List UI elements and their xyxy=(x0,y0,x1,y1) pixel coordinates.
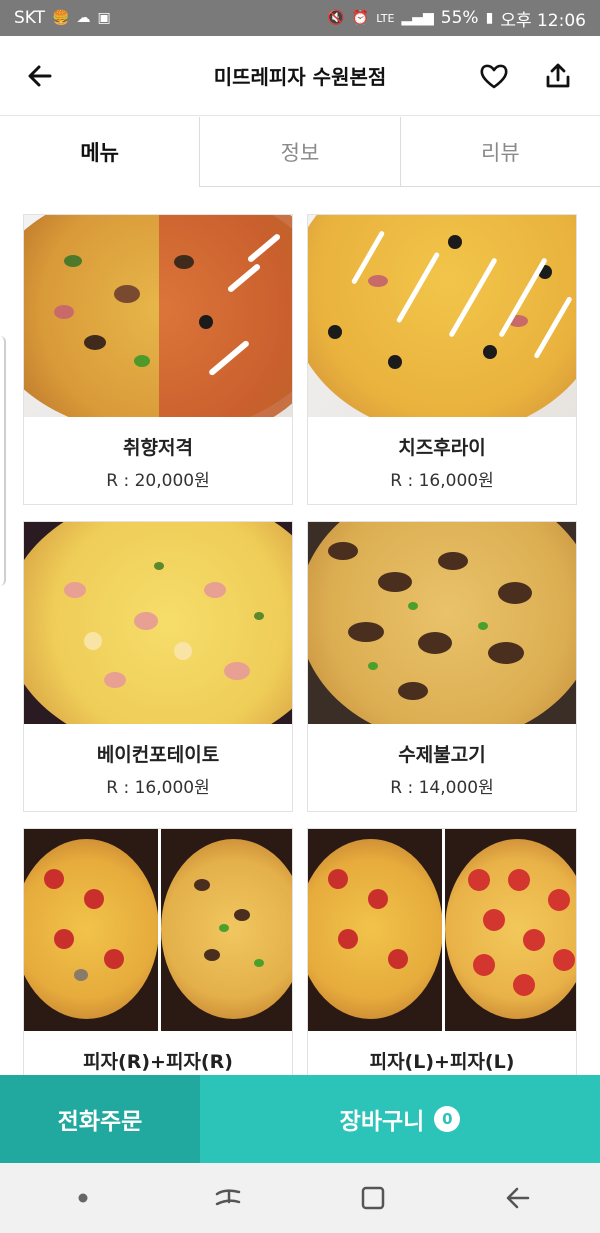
cart-count-badge: 0 xyxy=(434,1106,461,1132)
network-label: LTE xyxy=(376,11,395,25)
back-arrow-icon xyxy=(28,65,52,87)
share-icon xyxy=(546,63,570,88)
menu-item-price: R : 16,000원 xyxy=(106,778,210,798)
back-button[interactable] xyxy=(22,58,58,94)
dot-icon xyxy=(78,1193,87,1203)
bottom-action-bar: 전화주문 장바구니 0 xyxy=(0,1075,600,1163)
menu-item-image xyxy=(308,829,576,1031)
app-header: 미뜨레피자 수원본점 xyxy=(0,36,600,116)
menu-item-image xyxy=(24,829,292,1031)
cart-label: 장바구니 xyxy=(339,1109,425,1135)
menu-grid: 취향저격 R : 20,000원 치즈후라이 R : 16,000원 베이컨포테… xyxy=(0,187,600,1075)
image-icon: ▣ xyxy=(97,10,111,26)
menu-item-image xyxy=(24,215,292,417)
burger-notification-icon: 🍔 xyxy=(52,10,70,26)
menu-item-card[interactable]: 베이컨포테이토 R : 16,000원 xyxy=(23,521,293,812)
menu-item-name: 치즈후라이 xyxy=(398,437,486,459)
nav-dot-button[interactable] xyxy=(53,1168,113,1228)
status-bar: SKT 🍔 ☁ ▣ 🔇 ⏰ LTE ▂▄▆ 55% ▮ 오후 12:06 xyxy=(0,0,600,36)
carrier-label: SKT xyxy=(14,8,46,28)
menu-item-price: R : 14,000원 xyxy=(390,778,494,798)
menu-item-name: 베이컨포테이토 xyxy=(96,744,220,766)
signal-icon: ▂▄▆ xyxy=(401,10,434,26)
home-square-icon xyxy=(361,1186,384,1210)
alarm-icon: ⏰ xyxy=(351,10,370,26)
menu-item-card[interactable]: 수제불고기 R : 14,000원 xyxy=(307,521,577,812)
favorite-button[interactable] xyxy=(476,58,512,94)
clock-label: 오후 12:06 xyxy=(500,10,586,31)
menu-item-price: R : 20,000원 xyxy=(106,471,210,491)
back-icon xyxy=(506,1187,529,1209)
nav-recents-button[interactable] xyxy=(198,1168,258,1228)
tab-bar: 메뉴 정보 리뷰 xyxy=(0,117,600,187)
nav-back-button[interactable] xyxy=(488,1168,548,1228)
menu-item-name: 피자(R)+피자(R) xyxy=(83,1051,233,1073)
menu-item-card[interactable]: 치즈후라이 R : 16,000원 xyxy=(307,214,577,505)
battery-icon: ▮ xyxy=(485,10,494,26)
menu-item-card[interactable]: 피자(L)+피자(L) xyxy=(307,828,577,1075)
recents-icon xyxy=(215,1189,240,1206)
nav-home-button[interactable] xyxy=(343,1168,403,1228)
menu-item-card[interactable]: 피자(R)+피자(R) xyxy=(23,828,293,1075)
menu-item-name: 피자(L)+피자(L) xyxy=(369,1051,515,1073)
tab-menu[interactable]: 메뉴 xyxy=(0,117,200,187)
side-panel-handle[interactable] xyxy=(0,336,6,586)
share-button[interactable] xyxy=(540,58,576,94)
tab-reviews[interactable]: 리뷰 xyxy=(399,117,600,187)
heart-icon xyxy=(480,64,508,89)
battery-label: 55% xyxy=(440,8,479,28)
system-nav-bar xyxy=(0,1163,600,1233)
mute-icon: 🔇 xyxy=(327,10,345,26)
cloud-icon: ☁ xyxy=(76,10,91,26)
phone-order-button[interactable]: 전화주문 xyxy=(0,1075,200,1163)
menu-item-image xyxy=(308,215,576,417)
menu-item-name: 수제불고기 xyxy=(398,744,486,766)
tab-info[interactable]: 정보 xyxy=(199,117,400,187)
menu-item-image xyxy=(24,522,292,724)
menu-item-card[interactable]: 취향저격 R : 20,000원 xyxy=(23,214,293,505)
cart-button[interactable]: 장바구니 0 xyxy=(200,1075,600,1163)
menu-item-image xyxy=(308,522,576,724)
menu-item-price: R : 16,000원 xyxy=(390,471,494,491)
menu-item-name: 취향저격 xyxy=(123,437,193,459)
